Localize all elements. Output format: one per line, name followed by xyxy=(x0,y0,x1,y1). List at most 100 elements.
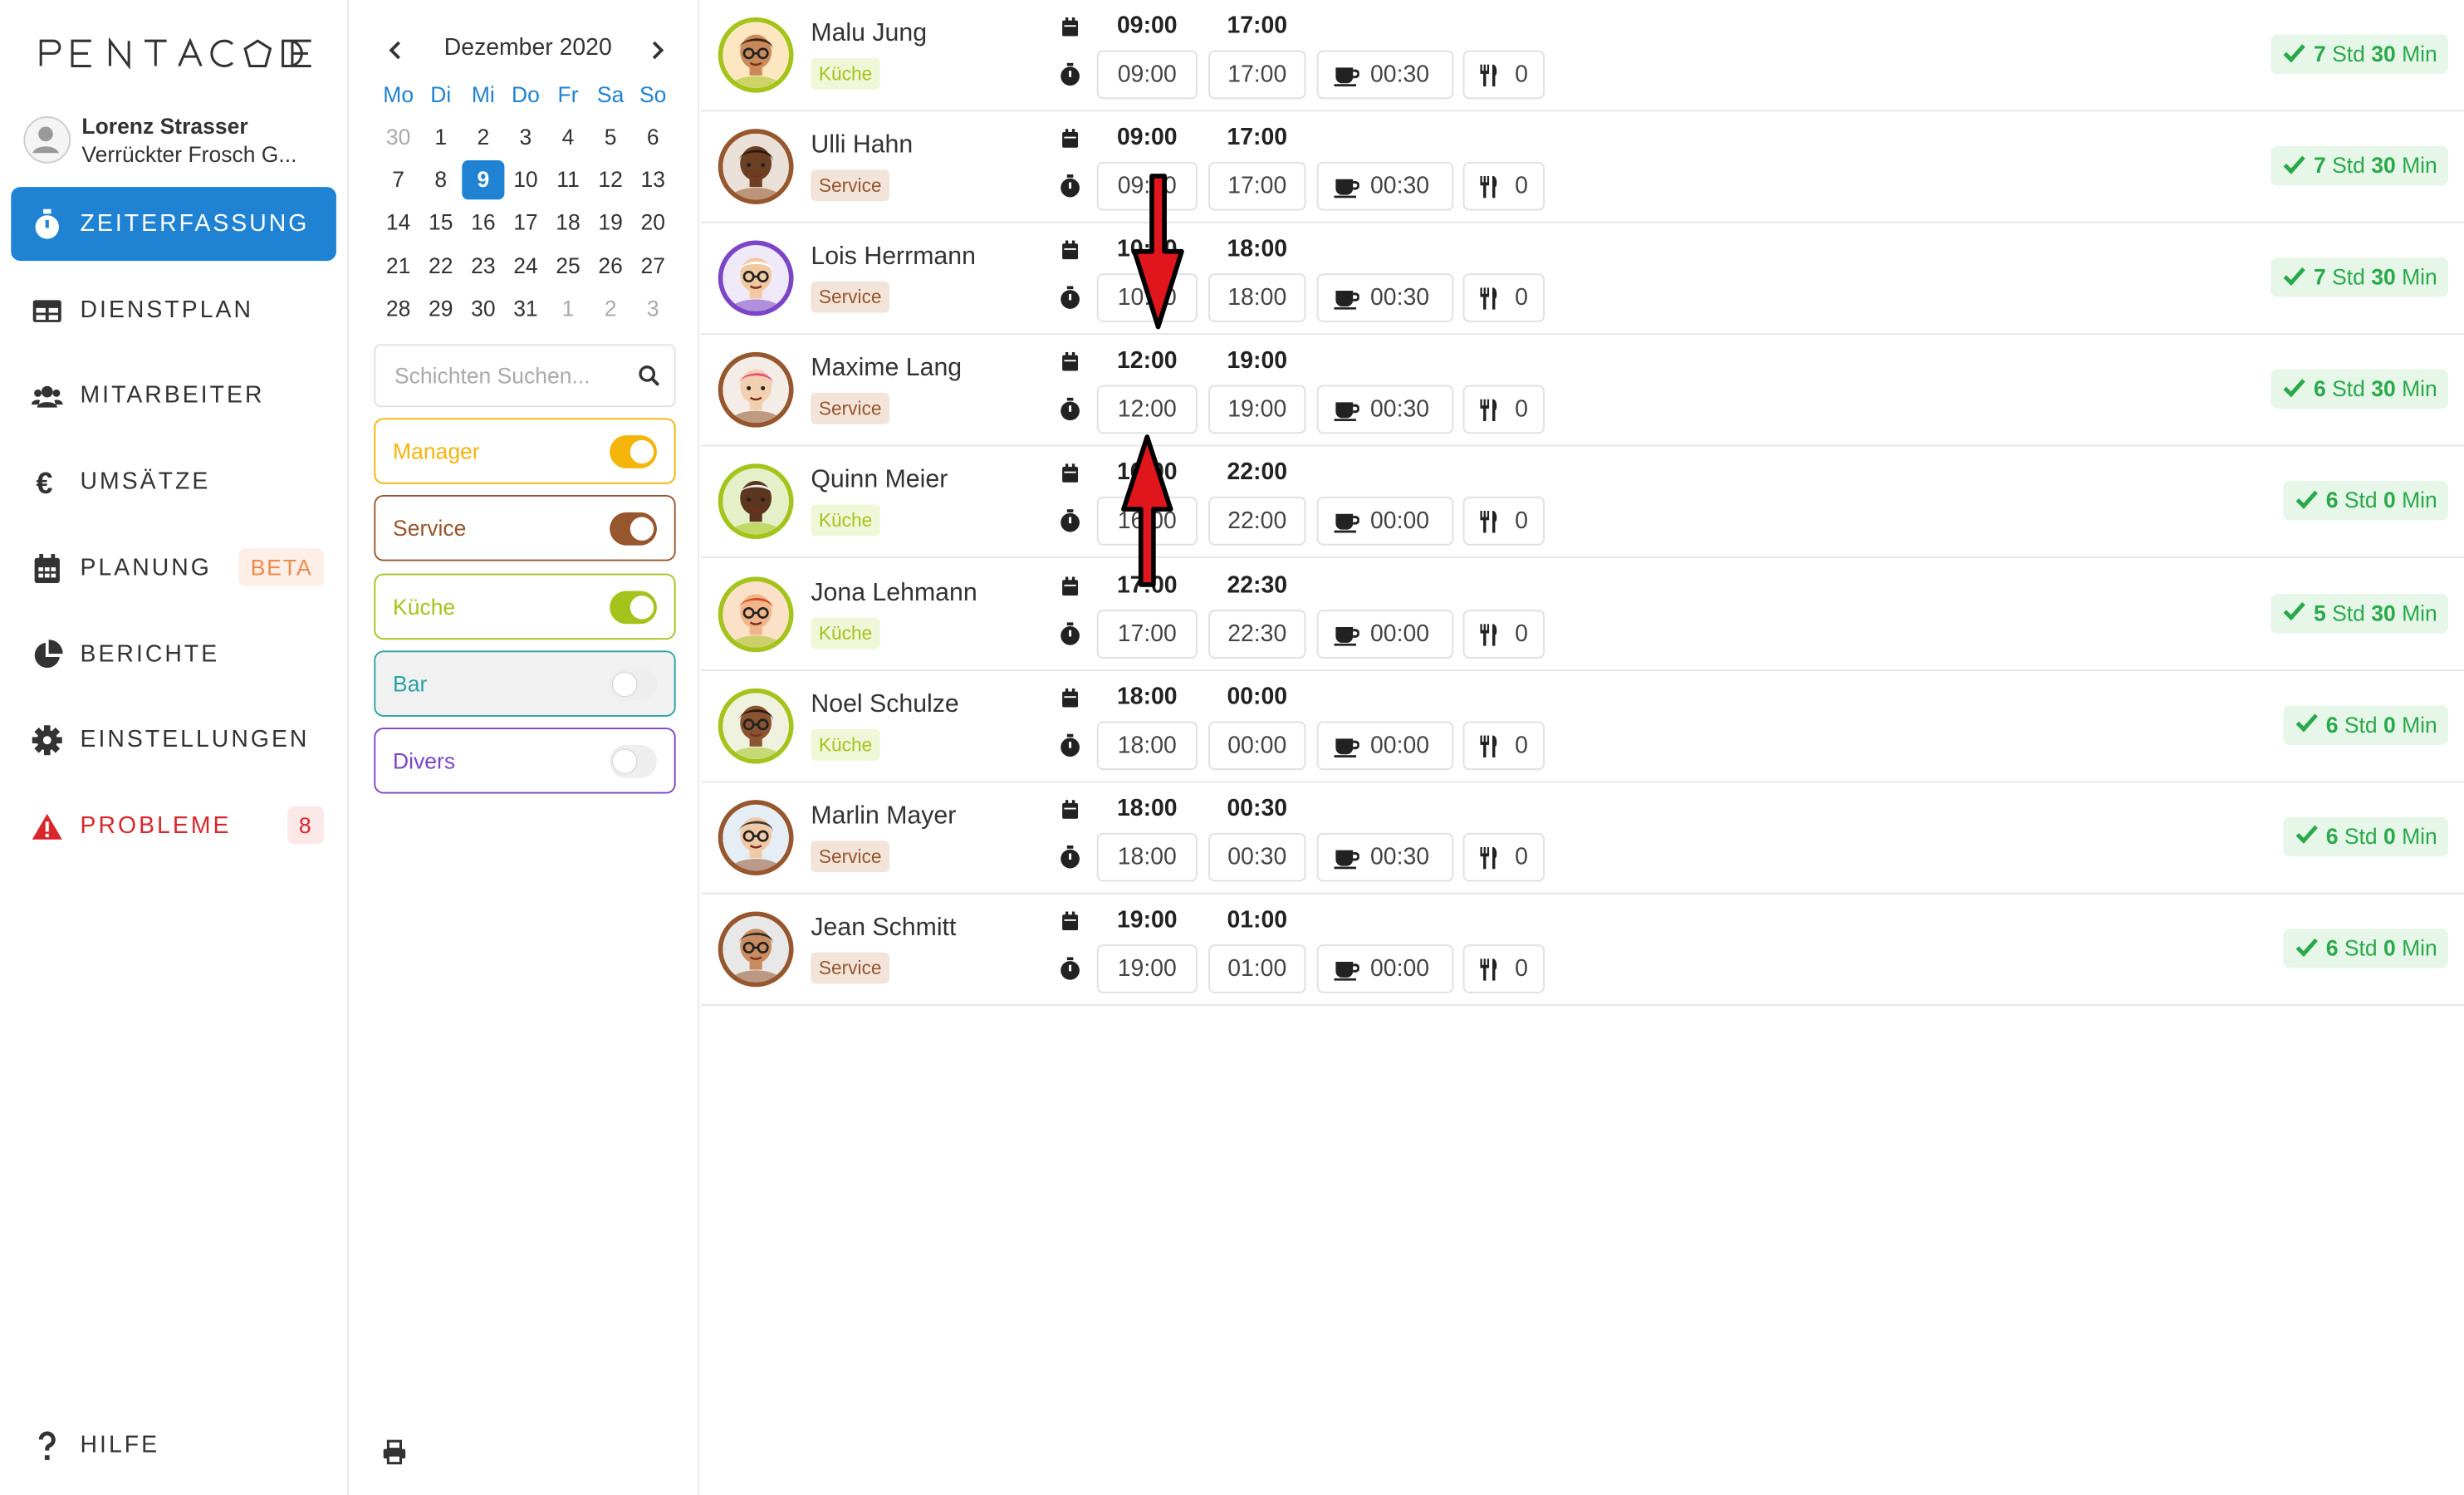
calendar-day[interactable]: 1 xyxy=(546,289,589,328)
calendar-day[interactable]: 6 xyxy=(632,118,674,157)
user-profile[interactable]: Lorenz Strasser Verrückter Frosch G... xyxy=(23,113,337,169)
actual-start-field[interactable]: 10:30 xyxy=(1096,273,1198,323)
employee-name[interactable]: Malu Jung xyxy=(811,21,927,49)
actual-start-field[interactable]: 17:00 xyxy=(1096,609,1198,658)
meals-field[interactable]: 0 xyxy=(1462,609,1546,658)
calendar-day[interactable]: 27 xyxy=(632,246,674,285)
calendar-day[interactable]: 3 xyxy=(504,118,546,157)
actual-start-field[interactable]: 09:00 xyxy=(1096,50,1198,100)
break-field[interactable]: 00:30 xyxy=(1316,273,1454,323)
filter-service[interactable]: Service xyxy=(374,495,676,562)
meals-field[interactable]: 0 xyxy=(1462,720,1546,770)
calendar-day[interactable]: 11 xyxy=(546,160,589,199)
employee-name[interactable]: Lois Herrmann xyxy=(811,244,976,272)
calendar-day[interactable]: 10 xyxy=(504,160,546,199)
calendar-day[interactable]: 1 xyxy=(419,118,462,157)
employee-avatar[interactable] xyxy=(718,576,794,652)
calendar-day[interactable]: 7 xyxy=(377,160,419,199)
nav-item-zeiterfassung[interactable]: ZEITERFASSUNG xyxy=(11,187,336,262)
filter-toggle[interactable] xyxy=(610,512,657,547)
actual-end-field[interactable]: 17:00 xyxy=(1208,50,1306,100)
meals-field[interactable]: 0 xyxy=(1462,944,1546,993)
actual-start-field[interactable]: 09:00 xyxy=(1096,162,1198,211)
filter-toggle[interactable] xyxy=(610,435,657,468)
nav-item-dienstplan[interactable]: DIENSTPLAN xyxy=(11,273,336,347)
filter-toggle[interactable] xyxy=(610,745,657,778)
actual-end-field[interactable]: 18:00 xyxy=(1208,273,1306,323)
break-field[interactable]: 00:00 xyxy=(1316,609,1454,658)
calendar-day[interactable]: 19 xyxy=(590,203,632,243)
actual-end-field[interactable]: 01:00 xyxy=(1208,944,1306,993)
calendar-day[interactable]: 16 xyxy=(462,203,504,243)
employee-avatar[interactable] xyxy=(718,799,794,875)
actual-end-field[interactable]: 22:30 xyxy=(1208,609,1306,658)
nav-item-mitarbeiter[interactable]: MITARBEITER xyxy=(11,359,336,433)
search-icon[interactable] xyxy=(638,365,660,386)
actual-start-field[interactable]: 19:00 xyxy=(1096,944,1198,993)
employee-name[interactable]: Ulli Hahn xyxy=(811,132,913,160)
employee-avatar[interactable] xyxy=(718,17,794,93)
calendar-day[interactable]: 14 xyxy=(377,203,419,243)
calendar-day[interactable]: 5 xyxy=(590,118,632,157)
calendar-day[interactable]: 24 xyxy=(504,246,546,285)
nav-item-planung[interactable]: PLANUNG BETA xyxy=(11,531,336,605)
calendar-day[interactable]: 2 xyxy=(462,118,504,157)
break-field[interactable]: 00:30 xyxy=(1316,162,1454,211)
meals-field[interactable]: 0 xyxy=(1462,50,1546,100)
calendar-day[interactable]: 4 xyxy=(546,118,589,157)
actual-start-field[interactable]: 18:00 xyxy=(1096,832,1198,881)
calendar-day[interactable]: 28 xyxy=(377,289,419,328)
calendar-day[interactable]: 25 xyxy=(546,246,589,285)
print-icon[interactable] xyxy=(382,1439,407,1465)
calendar-day[interactable]: 13 xyxy=(632,160,674,199)
pentacode-logo[interactable] xyxy=(37,37,314,70)
employee-avatar[interactable] xyxy=(718,688,794,763)
actual-end-field[interactable]: 17:00 xyxy=(1208,162,1306,211)
calendar-day-selected[interactable]: 9 xyxy=(462,160,505,200)
calendar-day[interactable]: 23 xyxy=(462,246,504,285)
employee-name[interactable]: Maxime Lang xyxy=(811,355,962,384)
actual-start-field[interactable]: 12:00 xyxy=(1096,385,1198,434)
filter-bar[interactable]: Bar xyxy=(374,650,676,717)
calendar-day[interactable]: 29 xyxy=(419,289,462,328)
employee-avatar[interactable] xyxy=(718,463,794,540)
break-field[interactable]: 00:30 xyxy=(1316,50,1454,100)
filter-toggle[interactable] xyxy=(610,590,657,624)
calendar-day[interactable]: 30 xyxy=(462,289,504,328)
employee-name[interactable]: Jona Lehmann xyxy=(811,579,977,607)
meals-field[interactable]: 0 xyxy=(1462,832,1546,881)
meals-field[interactable]: 0 xyxy=(1462,497,1546,547)
employee-name[interactable]: Quinn Meier xyxy=(811,468,948,496)
chevron-right-icon[interactable] xyxy=(648,41,667,60)
calendar-day[interactable]: 22 xyxy=(419,246,462,285)
calendar-day[interactable]: 17 xyxy=(504,203,546,243)
actual-start-field[interactable]: 18:00 xyxy=(1096,720,1198,770)
actual-end-field[interactable]: 00:00 xyxy=(1208,720,1306,770)
employee-name[interactable]: Noel Schulze xyxy=(811,691,958,719)
calendar-day[interactable]: 20 xyxy=(632,203,674,243)
calendar-day[interactable]: 8 xyxy=(419,160,462,199)
employee-name[interactable]: Marlin Mayer xyxy=(811,802,956,831)
actual-start-field[interactable]: 16:00 xyxy=(1096,497,1198,547)
filter-toggle[interactable] xyxy=(610,667,657,701)
meals-field[interactable]: 0 xyxy=(1462,385,1546,434)
employee-avatar[interactable] xyxy=(718,911,794,987)
break-field[interactable]: 00:30 xyxy=(1316,385,1454,434)
calendar-day[interactable]: 30 xyxy=(377,118,419,157)
break-field[interactable]: 00:30 xyxy=(1316,832,1454,881)
calendar-day[interactable]: 2 xyxy=(590,289,632,328)
calendar-day[interactable]: 18 xyxy=(546,203,589,243)
employee-name[interactable]: Jean Schmitt xyxy=(811,914,956,943)
nav-item-hilfe[interactable]: HILFE xyxy=(11,1408,336,1482)
calendar-day[interactable]: 21 xyxy=(377,246,419,285)
actual-end-field[interactable]: 22:00 xyxy=(1208,497,1306,547)
nav-item-berichte[interactable]: BERICHTE xyxy=(11,617,336,691)
filter-divers[interactable]: Divers xyxy=(374,728,676,794)
meals-field[interactable]: 0 xyxy=(1462,273,1546,323)
calendar-day[interactable]: 26 xyxy=(590,246,632,285)
actual-end-field[interactable]: 00:30 xyxy=(1208,832,1306,881)
break-field[interactable]: 00:00 xyxy=(1316,720,1454,770)
nav-item-einstellungen[interactable]: EINSTELLUNGEN xyxy=(11,703,336,777)
employee-avatar[interactable] xyxy=(718,240,794,316)
filter-manager[interactable]: Manager xyxy=(374,418,676,484)
